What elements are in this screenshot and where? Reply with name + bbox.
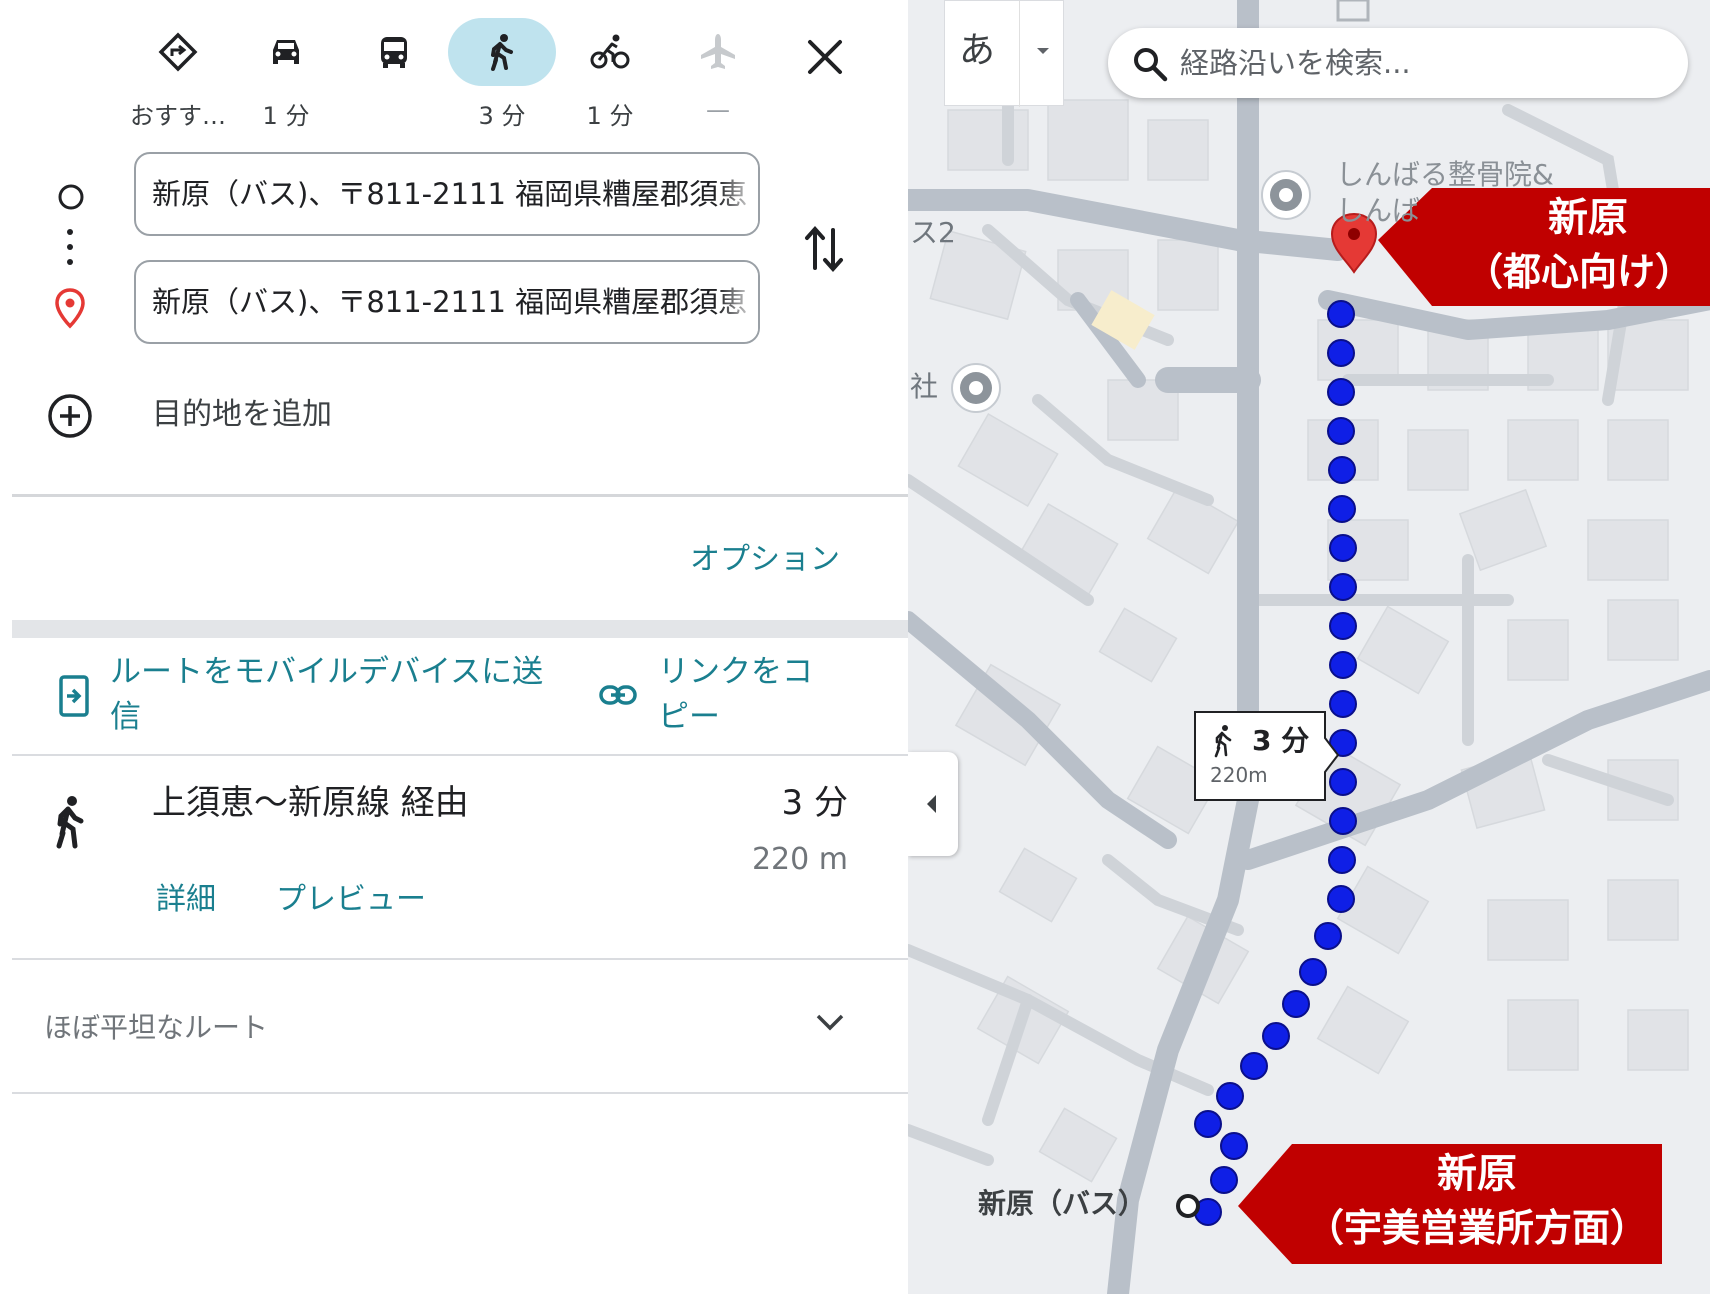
annotation-bottom-line2: （宇美営業所方面）: [1292, 1202, 1662, 1254]
walk-badge-distance: 220m: [1210, 763, 1268, 787]
walk-badge-time: 3 分: [1252, 724, 1310, 757]
ime-label: あ: [959, 30, 996, 71]
destination-input[interactable]: 新原（バス)、〒811-2111 福岡県糟屋郡須恵: [134, 260, 760, 344]
car-icon: [273, 40, 299, 64]
send-to-device-link[interactable]: ルートをモバイルデバイスに送信: [110, 650, 550, 740]
mode-car[interactable]: 1 分: [232, 18, 340, 130]
map-view[interactable]: あ 経路沿いを検索... しんばる整骨院& しんば 社 ス2 3 分 220m …: [908, 0, 1710, 1294]
poi-shrine-label: 社: [910, 370, 939, 403]
terrain-note: ほぼ平坦なルート: [44, 1011, 269, 1044]
section-separator: [12, 620, 908, 638]
divider: [12, 494, 908, 497]
chevron-left-icon: [927, 795, 936, 813]
route-search-box[interactable]: 経路沿いを検索...: [1108, 28, 1688, 98]
origin-input[interactable]: 新原（バス)、〒811-2111 福岡県糟屋郡須恵: [134, 152, 760, 236]
bus-stop-label[interactable]: 新原（バス）: [978, 1186, 1146, 1222]
road-label: ス2: [910, 216, 956, 249]
bus-icon: [381, 37, 407, 68]
collapse-panel-button[interactable]: [908, 752, 958, 856]
poi-clinic-marker[interactable]: [1261, 170, 1311, 220]
annotation-top-line1: 新原: [1466, 192, 1710, 244]
destination-input-value: 新原（バス)、〒811-2111 福岡県糟屋郡須恵: [152, 285, 748, 319]
route-card[interactable]: 上須恵〜新原線 経由 3 分 220 m 詳細 プレビュー: [12, 756, 908, 958]
ime-toggle[interactable]: あ: [944, 0, 1064, 107]
copy-link-button[interactable]: リンクをコピー: [658, 650, 838, 740]
options-button[interactable]: オプション: [690, 540, 840, 580]
send-to-device-icon[interactable]: [56, 674, 92, 718]
chevron-down-icon[interactable]: [812, 1010, 848, 1036]
origin-input-value: 新原（バス)、〒811-2111 福岡県糟屋郡須恵: [152, 177, 748, 211]
route-title: 上須恵〜新原線 経由: [152, 783, 469, 823]
details-link[interactable]: 詳細: [156, 878, 216, 922]
poi-clinic-label[interactable]: しんばる整骨院&: [1336, 158, 1554, 192]
mode-bicycle[interactable]: 1 分: [556, 18, 664, 130]
poi-shrine-marker[interactable]: [951, 363, 1001, 413]
caret-down-icon[interactable]: [1033, 41, 1053, 61]
annotation-top-line2: （都心向け）: [1448, 246, 1710, 298]
route-duration: 3 分: [781, 783, 848, 823]
close-icon[interactable]: [800, 32, 850, 82]
origin-stop-marker[interactable]: [1176, 1194, 1200, 1218]
mode-flight[interactable]: —: [664, 18, 772, 126]
walk-icon: [491, 34, 513, 71]
divider: [12, 1092, 908, 1094]
add-circle-icon[interactable]: [46, 392, 94, 440]
bicycle-icon: [590, 34, 630, 69]
route-distance: 220 m: [751, 842, 848, 877]
annotation-bottom-line1: 新原: [1292, 1148, 1662, 1200]
search-icon: [1134, 48, 1168, 82]
mode-time-car: 1 分: [262, 102, 310, 130]
walk-icon: [1214, 725, 1232, 758]
directions-diamond-icon: [158, 32, 198, 72]
mode-transit[interactable]: [340, 18, 448, 126]
directions-panel: おすす… 1 分 3 分 1 分 — 新原（バス)、〒811-2111 福岡県糟…: [0, 0, 908, 1294]
airplane-icon: [701, 34, 735, 69]
link-icon[interactable]: [598, 678, 638, 712]
route-dots-icon: [67, 229, 73, 265]
destination-pin-icon: [55, 288, 85, 329]
mode-time-flight: —: [706, 96, 730, 124]
origin-circle-icon: [58, 184, 84, 210]
mode-recommended[interactable]: おすす…: [124, 18, 232, 130]
mode-walk[interactable]: 3 分: [448, 18, 556, 130]
poi-clinic-label-line2: しんば: [1336, 194, 1421, 227]
swap-icon[interactable]: [802, 222, 846, 276]
terrain-row[interactable]: ほぼ平坦なルート: [12, 960, 908, 1092]
add-destination-button[interactable]: 目的地を追加: [152, 392, 332, 438]
route-search-input[interactable]: 経路沿いを検索...: [1180, 28, 1411, 98]
preview-link[interactable]: プレビュー: [276, 878, 426, 922]
walk-icon: [56, 796, 84, 849]
